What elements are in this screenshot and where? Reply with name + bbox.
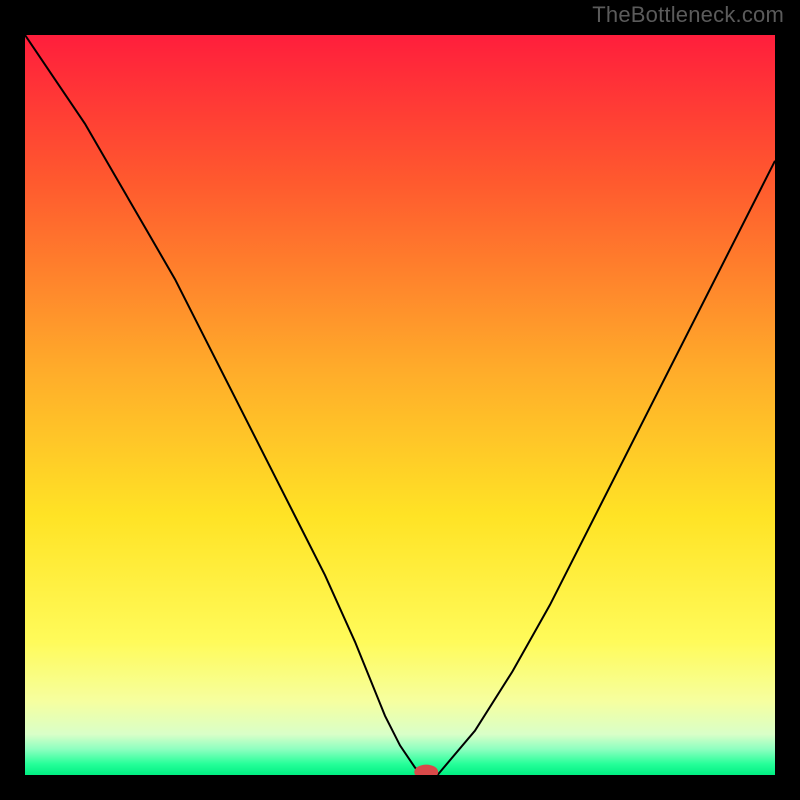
bottleneck-chart	[25, 35, 775, 775]
chart-frame	[15, 25, 785, 785]
gradient-background	[25, 35, 775, 775]
watermark-text: TheBottleneck.com	[592, 2, 784, 28]
